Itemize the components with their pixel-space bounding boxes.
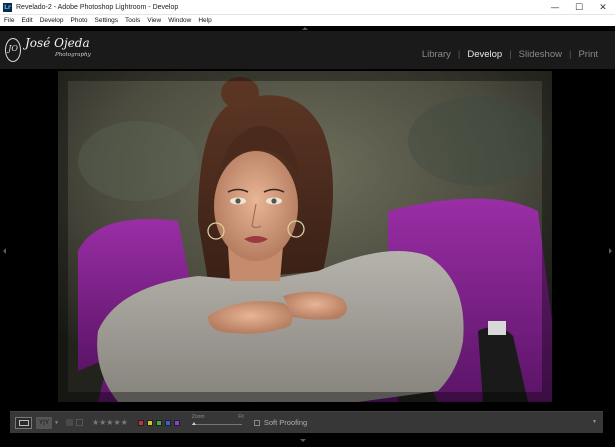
chevron-down-icon[interactable]: ▼ — [54, 420, 59, 426]
zoom-control: Zoom Fit — [191, 413, 244, 432]
menu-file[interactable]: File — [4, 17, 14, 24]
loupe-view-icon — [18, 419, 29, 426]
color-label-purple[interactable] — [173, 419, 180, 426]
logo-subtitle: Photography — [55, 52, 91, 58]
menu-settings[interactable]: Settings — [95, 17, 119, 24]
module-library[interactable]: Library — [422, 49, 451, 60]
logo-monogram-icon: JO — [5, 38, 21, 62]
star-rating[interactable]: ★★★★★ — [92, 418, 128, 427]
window-title: Revelado-2 - Adobe Photoshop Lightroom -… — [16, 3, 179, 11]
minimize-button[interactable]: — — [543, 0, 567, 15]
color-labels — [135, 419, 180, 426]
soft-proofing-checkbox[interactable] — [253, 419, 260, 426]
module-picker: Library | Develop | Slideshow | Print — [422, 49, 598, 60]
menu-tools[interactable]: Tools — [125, 17, 140, 24]
pick-flag-icon[interactable] — [65, 419, 73, 426]
zoom-slider-thumb[interactable] — [191, 421, 196, 425]
menu-window[interactable]: Window — [168, 17, 191, 24]
color-label-blue[interactable] — [164, 419, 171, 426]
window-title-bar: Lr Revelado-2 - Adobe Photoshop Lightroo… — [0, 0, 615, 15]
module-separator: | — [509, 49, 512, 60]
module-separator: | — [457, 49, 461, 60]
module-separator: | — [568, 49, 572, 60]
color-label-green[interactable] — [155, 419, 162, 426]
identity-plate-bar: JO José Ojeda Photography Library | Deve… — [0, 31, 615, 69]
soft-proofing-label: Soft Proofing — [263, 418, 308, 427]
bottom-panel-toggle-icon[interactable] — [300, 439, 306, 442]
menu-help[interactable]: Help — [198, 17, 211, 24]
color-label-yellow[interactable] — [146, 419, 153, 426]
before-after-button[interactable]: Y|Y — [36, 416, 52, 429]
toolbar-options-icon[interactable]: ▼ — [592, 419, 597, 425]
menu-view[interactable]: View — [147, 17, 161, 24]
loupe-view-button[interactable] — [15, 416, 32, 429]
right-panel-toggle-icon[interactable] — [609, 248, 612, 254]
identity-plate-logo: JO José Ojeda Photography — [3, 36, 103, 66]
window-controls: — ☐ ✕ — [543, 0, 615, 15]
menu-photo[interactable]: Photo — [71, 17, 88, 24]
develop-toolbar: Y|Y ▼ ★★★★★ Zoom Fit Soft Proofing ▼ — [10, 411, 603, 433]
zoom-slider[interactable] — [191, 423, 242, 425]
reject-flag-icon[interactable] — [75, 419, 83, 426]
menu-develop[interactable]: Develop — [40, 17, 64, 24]
module-develop[interactable]: Develop — [467, 49, 502, 60]
module-slideshow[interactable]: Slideshow — [519, 49, 562, 60]
close-button[interactable]: ✕ — [591, 0, 615, 15]
left-panel-toggle-icon[interactable] — [3, 248, 6, 254]
zoom-fit-label: Fit — [238, 413, 244, 420]
portrait-photo — [58, 71, 552, 402]
zoom-label: Zoom — [191, 413, 205, 420]
logo-name: José Ojeda — [25, 36, 90, 50]
menu-edit[interactable]: Edit — [21, 17, 32, 24]
color-label-red[interactable] — [137, 419, 144, 426]
develop-photo-preview[interactable] — [58, 71, 552, 402]
maximize-button[interactable]: ☐ — [567, 0, 591, 15]
module-print[interactable]: Print — [578, 49, 598, 60]
lightroom-app-icon: Lr — [3, 2, 12, 12]
menu-bar: File Edit Develop Photo Settings Tools V… — [0, 15, 615, 26]
